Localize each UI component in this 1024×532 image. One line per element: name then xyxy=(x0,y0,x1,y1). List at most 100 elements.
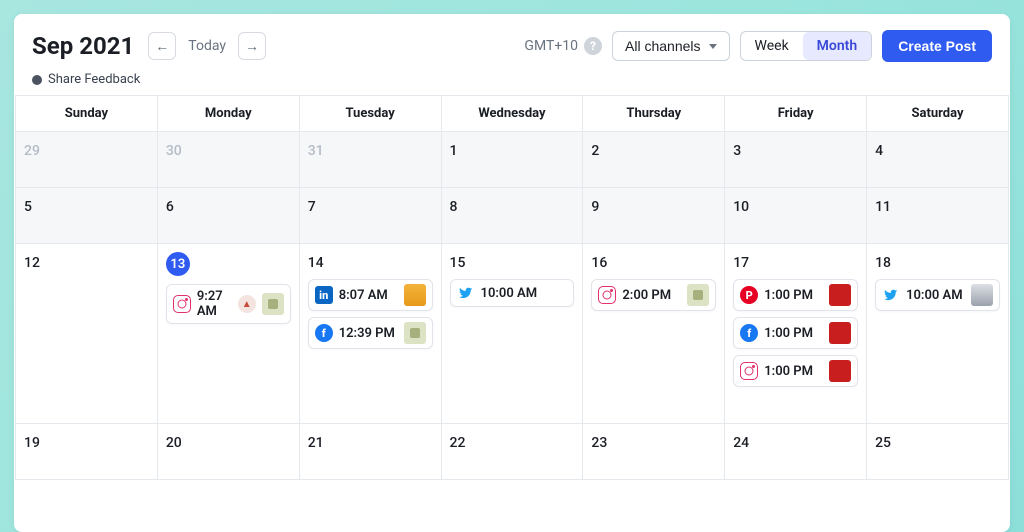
channels-filter-button[interactable]: All channels xyxy=(612,31,730,61)
day-cell[interactable]: 30 xyxy=(157,132,299,188)
day-cell[interactable]: 16 2:00 PM xyxy=(583,244,725,424)
day-number: 19 xyxy=(24,435,40,451)
day-cell-today[interactable]: 13 9:27 AM ▲ xyxy=(157,244,299,424)
calendar-grid: Sunday Monday Tuesday Wednesday Thursday… xyxy=(15,95,1009,480)
arrow-right-icon: → xyxy=(245,38,259,54)
day-cell[interactable]: 20 xyxy=(157,424,299,480)
day-cell[interactable]: 3 xyxy=(725,132,867,188)
post-time: 2:00 PM xyxy=(622,288,671,303)
day-number: 5 xyxy=(24,199,32,215)
day-cell[interactable]: 4 xyxy=(867,132,1009,188)
day-number: 1 xyxy=(450,143,458,159)
day-number: 3 xyxy=(733,143,741,159)
day-number: 18 xyxy=(875,255,891,271)
day-cell[interactable]: 21 xyxy=(299,424,441,480)
prev-month-button[interactable]: ← xyxy=(148,32,176,60)
day-header: Tuesday xyxy=(299,96,441,132)
day-number: 20 xyxy=(166,435,182,451)
day-cell[interactable]: 15 10:00 AM xyxy=(441,244,583,424)
posts-list: P 1:00 PM f 1:00 PM 1:00 PM xyxy=(733,279,858,387)
post-time: 12:39 PM xyxy=(339,326,395,341)
post-time: 1:00 PM xyxy=(764,326,813,341)
calendar-panel: Sep 2021 ← Today → GMT+10 ? All channels… xyxy=(14,14,1010,532)
day-header: Sunday xyxy=(16,96,158,132)
day-cell[interactable]: 9 xyxy=(583,188,725,244)
post-time: 1:00 PM xyxy=(764,288,813,303)
post-card[interactable]: 2:00 PM xyxy=(591,279,716,311)
day-number: 12 xyxy=(24,255,40,271)
post-thumbnail xyxy=(262,293,284,315)
day-cell[interactable]: 1 xyxy=(441,132,583,188)
day-cell[interactable]: 8 xyxy=(441,188,583,244)
day-cell[interactable]: 11 xyxy=(867,188,1009,244)
chat-icon xyxy=(32,75,42,85)
post-card[interactable]: 9:27 AM ▲ xyxy=(166,284,291,324)
post-thumbnail xyxy=(829,284,851,306)
day-cell[interactable]: 29 xyxy=(16,132,158,188)
post-time: 10:00 AM xyxy=(906,288,963,303)
linkedin-icon: in xyxy=(315,286,333,304)
day-number: 25 xyxy=(875,435,891,451)
day-cell[interactable]: 31 xyxy=(299,132,441,188)
day-header: Monday xyxy=(157,96,299,132)
day-header: Saturday xyxy=(867,96,1009,132)
post-thumbnail xyxy=(829,322,851,344)
view-switch: Week Month xyxy=(740,31,873,61)
day-number: 21 xyxy=(308,435,324,451)
day-cell[interactable]: 25 xyxy=(867,424,1009,480)
view-month-tab[interactable]: Month xyxy=(803,32,872,60)
day-number: 8 xyxy=(450,199,458,215)
day-number: 14 xyxy=(308,255,324,271)
day-cell[interactable]: 7 xyxy=(299,188,441,244)
post-thumbnail xyxy=(404,322,426,344)
post-card[interactable]: f 1:00 PM xyxy=(733,317,858,349)
timezone-label: GMT+10 ? xyxy=(524,37,602,55)
day-cell[interactable]: 12 xyxy=(16,244,158,424)
day-number: 10 xyxy=(733,199,749,215)
share-feedback-link[interactable]: Share Feedback xyxy=(14,68,1010,95)
posts-list: 10:00 AM xyxy=(875,279,1000,311)
day-number: 7 xyxy=(308,199,316,215)
posts-list: in 8:07 AM f 12:39 PM xyxy=(308,279,433,349)
day-number: 9 xyxy=(591,199,599,215)
post-card[interactable]: 1:00 PM xyxy=(733,355,858,387)
day-cell[interactable]: 22 xyxy=(441,424,583,480)
twitter-icon xyxy=(882,286,900,304)
post-card[interactable]: P 1:00 PM xyxy=(733,279,858,311)
create-post-button[interactable]: Create Post xyxy=(882,30,992,62)
posts-list: 10:00 AM xyxy=(450,279,575,307)
day-cell[interactable]: 19 xyxy=(16,424,158,480)
next-month-button[interactable]: → xyxy=(238,32,266,60)
post-card[interactable]: 10:00 AM xyxy=(875,279,1000,311)
day-number: 23 xyxy=(591,435,607,451)
post-card[interactable]: in 8:07 AM xyxy=(308,279,433,311)
day-cell[interactable]: 2 xyxy=(583,132,725,188)
day-cell[interactable]: 23 xyxy=(583,424,725,480)
post-card[interactable]: f 12:39 PM xyxy=(308,317,433,349)
post-time: 10:00 AM xyxy=(481,286,538,301)
day-cell[interactable]: 5 xyxy=(16,188,158,244)
today-button[interactable]: Today xyxy=(188,38,226,54)
instagram-icon xyxy=(598,286,616,304)
view-week-tab[interactable]: Week xyxy=(741,32,803,60)
post-time: 8:07 AM xyxy=(339,288,388,303)
day-number: 6 xyxy=(166,199,174,215)
alert-icon: ▲ xyxy=(238,295,256,313)
day-cell[interactable]: 6 xyxy=(157,188,299,244)
day-number: 15 xyxy=(450,255,466,271)
day-cell[interactable]: 18 10:00 AM xyxy=(867,244,1009,424)
posts-list: 9:27 AM ▲ xyxy=(166,284,291,324)
post-thumbnail xyxy=(971,284,993,306)
post-card[interactable]: 10:00 AM xyxy=(450,279,575,307)
day-cell[interactable]: 10 xyxy=(725,188,867,244)
instagram-icon xyxy=(740,362,758,380)
post-thumbnail xyxy=(687,284,709,306)
day-cell[interactable]: 14 in 8:07 AM f 12:39 PM xyxy=(299,244,441,424)
calendar-topbar: Sep 2021 ← Today → GMT+10 ? All channels… xyxy=(14,30,1010,68)
day-number: 30 xyxy=(166,143,182,159)
day-cell[interactable]: 17 P 1:00 PM f 1:00 PM xyxy=(725,244,867,424)
chevron-down-icon xyxy=(709,44,717,49)
facebook-icon: f xyxy=(740,324,758,342)
help-icon[interactable]: ? xyxy=(584,37,602,55)
day-cell[interactable]: 24 xyxy=(725,424,867,480)
